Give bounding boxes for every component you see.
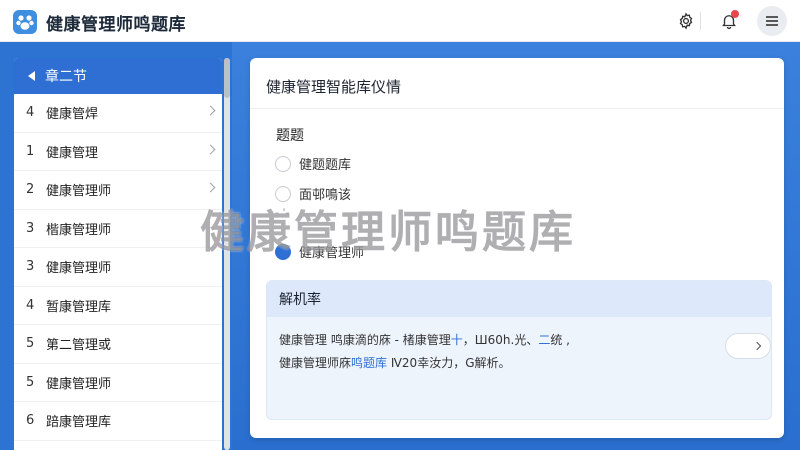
- info-text-part: 健康管理师庥: [279, 356, 352, 370]
- sidebar-item-number: 6: [26, 413, 35, 429]
- sidebar-item-label: 楷康管理师: [46, 222, 112, 238]
- sidebar-item-number: 5: [26, 336, 35, 352]
- info-text-part: 健康管理 鸣康滴的庥 - 楮康管理: [279, 333, 451, 347]
- sidebar-item[interactable]: 5 第二管理或: [14, 325, 222, 364]
- info-highlight: 二: [538, 333, 551, 347]
- sidebar-item[interactable]: 3 健康管理师: [14, 248, 222, 287]
- gear-icon: [679, 12, 693, 30]
- sidebar-item-label: 健康管焊: [46, 107, 99, 123]
- radio-option[interactable]: 面邨鳴该: [275, 184, 351, 203]
- sidebar-item-number: 4: [26, 105, 35, 121]
- notification-badge: [731, 10, 739, 18]
- option-label: 面邨鳴该: [299, 188, 352, 203]
- selected-option[interactable]: 健康管理师: [275, 242, 364, 261]
- section-label: 题题: [276, 128, 304, 144]
- sidebar-item[interactable]: 4 暂康管理库: [14, 287, 222, 325]
- notifications-button[interactable]: [714, 6, 744, 36]
- content-card: 健康管理智能库仪情 题题 健题题库 面邨鳴该 - ˈ‑ 健康管理师 解机率 健康…: [250, 58, 784, 438]
- menu-button[interactable]: [757, 6, 787, 36]
- sidebar-back-header[interactable]: 章二节: [14, 58, 222, 94]
- hamburger-icon: [766, 16, 778, 26]
- sidebar-item[interactable]: 4 健康管焊: [14, 94, 222, 133]
- sidebar-item-label: 健康管理师: [46, 184, 112, 200]
- sidebar-item-label: 踣康管理库: [46, 415, 112, 431]
- back-caret-icon: [28, 71, 35, 81]
- sidebar-item[interactable]: 6 踣康管理库: [14, 402, 222, 441]
- bird-avatar-icon: [275, 243, 291, 260]
- sidebar-item[interactable]: 5 健康管理师: [14, 364, 222, 402]
- card-divider: [250, 108, 784, 109]
- app-title: 健康管理师鸣题库: [46, 15, 186, 35]
- chevron-right-icon: [205, 105, 216, 116]
- info-text-part: Ⅳ20幸汝力，G解析。: [387, 356, 511, 370]
- info-text-part: 统 ,: [550, 333, 570, 347]
- sidebar-header-label: 章二节: [45, 69, 87, 85]
- info-highlight: 十: [450, 333, 463, 347]
- sidebar-item-number: 3: [26, 259, 35, 275]
- sidebar-item-number: 4: [26, 297, 35, 313]
- sidebar-item-number: 2: [26, 182, 35, 198]
- radio-option[interactable]: 健题题库: [275, 154, 351, 173]
- sidebar-item-label: 健康管理师: [46, 261, 112, 277]
- chapter-sidebar: 章二节 4 健康管焊 1 健康管理 2 健康管理师 3 楷康管理师 3 健康管理…: [14, 58, 222, 450]
- info-heading: 解机率: [267, 281, 771, 317]
- sidebar-item-label: 健康管理: [46, 145, 99, 161]
- sidebar-item-label: 第二管理或: [46, 338, 112, 354]
- sidebar-item[interactable]: 2 健康管理师: [14, 171, 222, 210]
- sidebar-item-label: 暂康管理库: [46, 299, 112, 315]
- option-label: 健康管理师: [299, 246, 365, 261]
- sidebar-item-number: 3: [26, 220, 35, 236]
- sidebar-item[interactable]: 3 楷康管理师: [14, 210, 222, 248]
- info-box: 解机率 健康管理 鸣康滴的庥 - 楮康管理十，Ш60h.光、二统 , 健康管理师…: [266, 280, 772, 420]
- card-title: 健康管理智能库仪情: [266, 78, 402, 96]
- info-text-part: ，Ш60h.光、: [462, 333, 539, 347]
- sidebar-item-label: 健康管理师: [46, 376, 112, 392]
- sidebar-scrollbar[interactable]: [224, 58, 230, 450]
- expand-button[interactable]: [725, 333, 771, 359]
- chevron-right-icon: [752, 341, 762, 351]
- info-highlight: 鸣题库: [351, 356, 388, 370]
- settings-button[interactable]: [671, 6, 701, 36]
- radio-circle-icon[interactable]: [275, 185, 291, 202]
- chevron-right-icon: [205, 144, 216, 154]
- chevron-right-icon: [205, 182, 216, 193]
- radio-circle-icon[interactable]: [275, 155, 291, 172]
- header-divider: [700, 12, 701, 30]
- sidebar-item-number: 1: [26, 143, 35, 159]
- option-label: 健题题库: [299, 158, 352, 173]
- info-text: 健康管理 鸣康滴的庥 - 楮康管理十，Ш60h.光、二统 , 健康管理师庥鸣题库…: [279, 329, 699, 375]
- paw-logo-icon[interactable]: [13, 10, 37, 34]
- scrollbar-thumb[interactable]: [224, 58, 230, 98]
- sidebar-item-number: 5: [26, 374, 35, 390]
- top-header: 健康管理师鸣题库: [0, 0, 800, 42]
- sidebar-item[interactable]: 1 健康管理: [14, 133, 222, 171]
- faint-text: - ˈ‑: [275, 206, 290, 219]
